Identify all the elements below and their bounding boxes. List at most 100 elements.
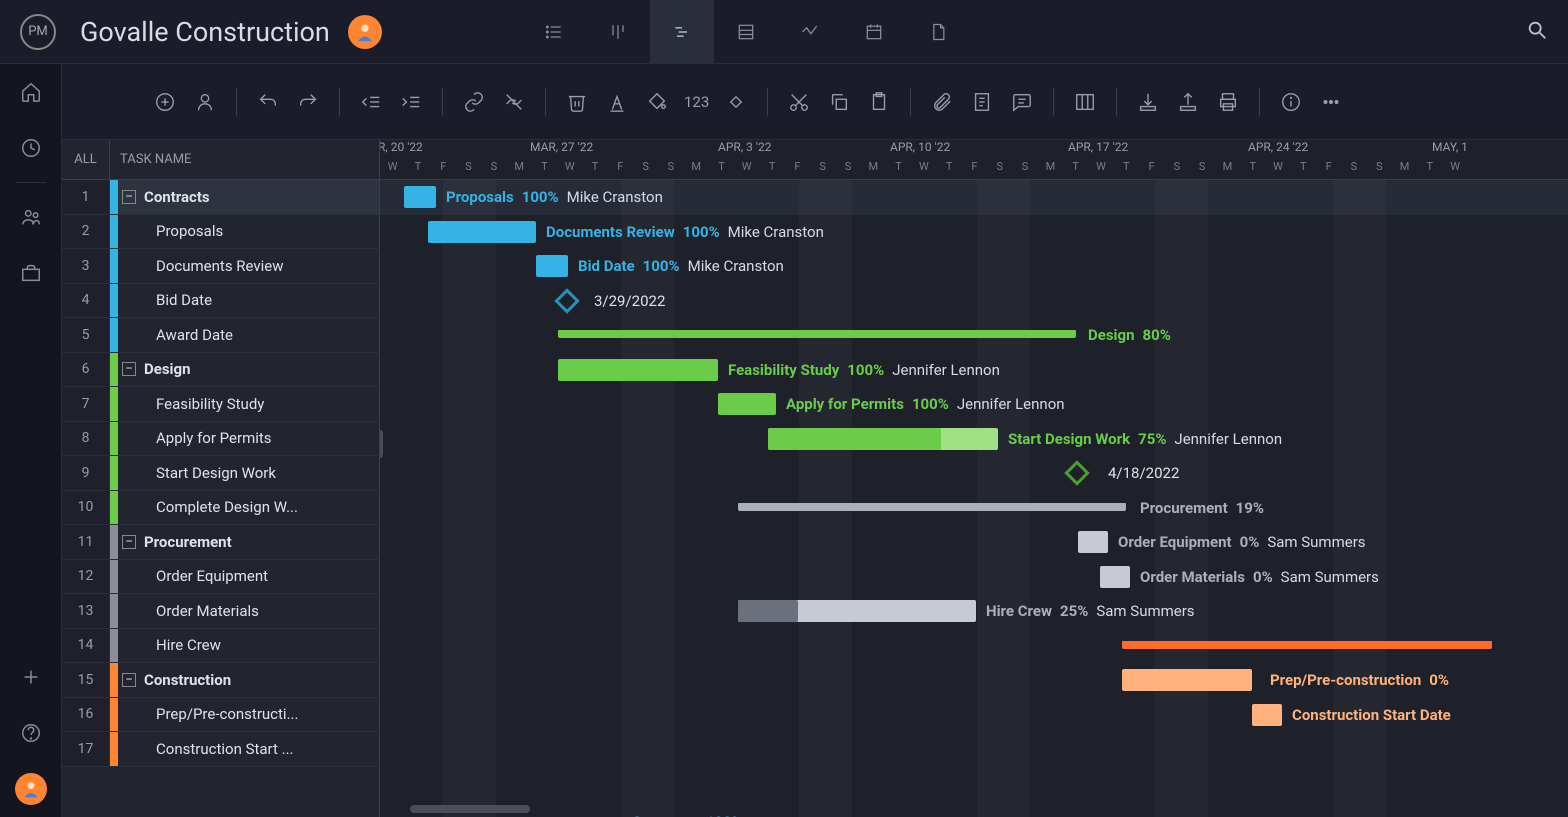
task-row[interactable]: 7Feasibility Study — [62, 387, 379, 422]
print-icon[interactable] — [1211, 85, 1245, 119]
team-nav-icon[interactable] — [0, 189, 62, 245]
undo-icon[interactable] — [251, 85, 285, 119]
portfolio-nav-icon[interactable] — [0, 245, 62, 301]
calendar-view-tab[interactable] — [842, 0, 906, 64]
gantt-view-tab[interactable] — [650, 0, 714, 64]
task-row[interactable]: 2Proposals — [62, 215, 379, 250]
task-bar[interactable] — [718, 393, 776, 415]
task-bar[interactable] — [428, 221, 536, 243]
attachment-icon[interactable] — [925, 85, 959, 119]
gantt-row — [380, 732, 1568, 767]
timeline-day-label: M — [1215, 160, 1240, 180]
help-nav-icon[interactable] — [0, 705, 62, 761]
sheet-view-tab[interactable] — [714, 0, 778, 64]
milestone-icon[interactable] — [719, 85, 753, 119]
add-task-icon[interactable] — [148, 85, 182, 119]
task-bar[interactable] — [1078, 531, 1108, 553]
milestone-marker[interactable] — [554, 288, 579, 313]
comment-icon[interactable] — [1005, 85, 1039, 119]
task-row[interactable]: 5Award Date — [62, 318, 379, 353]
task-bar[interactable] — [1252, 704, 1282, 726]
task-row[interactable]: 4Bid Date — [62, 284, 379, 319]
gantt-chart[interactable]: R, 20 '22MAR, 27 '22APR, 3 '22APR, 10 '2… — [380, 140, 1568, 817]
number-format-icon[interactable]: 123 — [680, 93, 713, 111]
assign-icon[interactable] — [188, 85, 222, 119]
column-header-name[interactable]: TASK NAME — [110, 140, 379, 179]
outdent-icon[interactable] — [354, 85, 388, 119]
task-row[interactable]: 11−Procurement — [62, 525, 379, 560]
summary-bar[interactable] — [738, 503, 1126, 511]
task-bar[interactable] — [1122, 669, 1252, 691]
timeline-day-label: W — [380, 160, 405, 180]
export-icon[interactable] — [1171, 85, 1205, 119]
task-row[interactable]: 8Apply for Permits — [62, 422, 379, 457]
profile-avatar[interactable] — [15, 773, 47, 805]
delete-icon[interactable] — [560, 85, 594, 119]
task-bar[interactable] — [738, 600, 976, 622]
task-row[interactable]: 6−Design — [62, 353, 379, 388]
project-title: Govalle Construction — [80, 16, 330, 48]
task-name: Apply for Permits — [118, 429, 379, 447]
summary-bar[interactable] — [1122, 641, 1492, 649]
info-icon[interactable] — [1274, 85, 1308, 119]
row-number: 3 — [62, 249, 110, 283]
notes-icon[interactable] — [965, 85, 999, 119]
link-icon[interactable] — [457, 85, 491, 119]
fill-color-icon[interactable] — [640, 85, 674, 119]
text-color-icon[interactable] — [600, 85, 634, 119]
task-bar[interactable] — [1100, 566, 1130, 588]
app-logo[interactable]: PM — [20, 14, 56, 50]
timeline-date-label: APR, 17 '22 — [1068, 140, 1128, 154]
file-view-tab[interactable] — [906, 0, 970, 64]
bar-label: Documents Review100%Mike Cranston — [546, 221, 824, 243]
task-bar[interactable] — [558, 359, 718, 381]
board-view-tab[interactable] — [586, 0, 650, 64]
timeline-day-label: F — [608, 160, 633, 180]
row-color-indicator — [110, 525, 118, 559]
collapse-icon[interactable]: − — [122, 362, 136, 376]
row-color-indicator — [110, 387, 118, 421]
redo-icon[interactable] — [291, 85, 325, 119]
add-nav-icon[interactable] — [0, 649, 62, 705]
indent-icon[interactable] — [394, 85, 428, 119]
task-name: Proposals — [118, 222, 379, 240]
gantt-row: Start Design Work75%Jennifer Lennon — [380, 422, 1568, 457]
task-bar[interactable] — [536, 255, 568, 277]
search-icon[interactable] — [1526, 19, 1548, 45]
task-row[interactable]: 14Hire Crew — [62, 629, 379, 664]
task-row[interactable]: 9Start Design Work — [62, 456, 379, 491]
list-view-tab[interactable] — [522, 0, 586, 64]
column-header-all[interactable]: ALL — [62, 140, 110, 179]
recent-nav-icon[interactable] — [0, 120, 62, 176]
dashboard-view-tab[interactable] — [778, 0, 842, 64]
collapse-icon[interactable]: − — [122, 190, 136, 204]
timeline-day-label: T — [759, 160, 784, 180]
import-icon[interactable] — [1131, 85, 1165, 119]
milestone-marker[interactable] — [1064, 460, 1089, 485]
horizontal-scrollbar[interactable]: Contracts100% — [410, 805, 530, 813]
task-row[interactable]: 1−Contracts — [62, 180, 379, 215]
more-icon[interactable] — [1314, 85, 1348, 119]
task-row[interactable]: 3Documents Review — [62, 249, 379, 284]
task-row[interactable]: 10Complete Design W... — [62, 491, 379, 526]
home-nav-icon[interactable] — [0, 64, 62, 120]
bar-label: Construction Start Date — [1292, 704, 1451, 726]
summary-bar[interactable] — [558, 330, 1076, 338]
user-avatar[interactable] — [348, 15, 382, 49]
task-bar[interactable] — [768, 428, 998, 450]
task-row[interactable]: 12Order Equipment — [62, 560, 379, 595]
timeline-day-label: W — [1088, 160, 1113, 180]
row-number: 5 — [62, 318, 110, 352]
columns-icon[interactable] — [1068, 85, 1102, 119]
paste-icon[interactable] — [862, 85, 896, 119]
copy-icon[interactable] — [822, 85, 856, 119]
task-row[interactable]: 13Order Materials — [62, 594, 379, 629]
unlink-icon[interactable] — [497, 85, 531, 119]
task-row[interactable]: 16Prep/Pre-constructi... — [62, 698, 379, 733]
task-row[interactable]: 15−Construction — [62, 663, 379, 698]
task-bar[interactable] — [404, 186, 436, 208]
collapse-icon[interactable]: − — [122, 535, 136, 549]
collapse-icon[interactable]: − — [122, 673, 136, 687]
cut-icon[interactable] — [782, 85, 816, 119]
task-row[interactable]: 17Construction Start ... — [62, 732, 379, 767]
